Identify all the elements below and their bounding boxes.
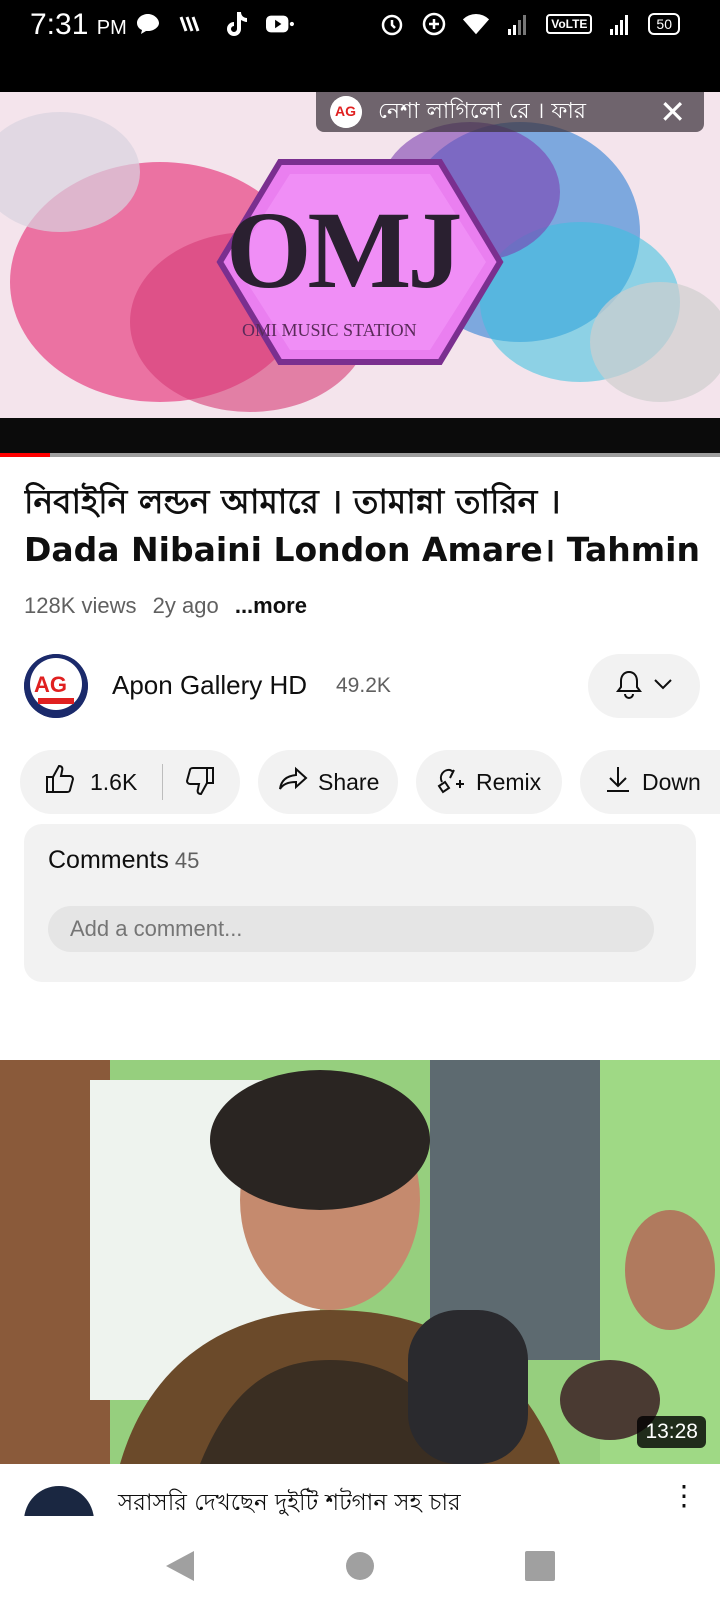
- avatar[interactable]: AG: [24, 654, 88, 718]
- status-bar: 7:31 PM VoLTE 50: [0, 0, 720, 92]
- download-icon: [604, 764, 632, 800]
- recent-apps-icon[interactable]: [520, 1546, 560, 1586]
- now-playing-avatar: AG: [330, 96, 362, 128]
- thumbnail-image: [0, 1060, 720, 1464]
- subscriber-count: 49.2K: [336, 674, 391, 697]
- message-icon: [134, 10, 162, 38]
- battery-indicator: 50: [648, 13, 680, 35]
- alarm-icon: [378, 10, 406, 38]
- divider: [162, 764, 163, 800]
- comments-panel[interactable]: Comments 45: [24, 824, 696, 982]
- comments-heading: Comments 45: [48, 846, 199, 875]
- system-nav-bar: [0, 1516, 720, 1612]
- share-button[interactable]: Share: [258, 750, 398, 814]
- logo-text: OMJ: [226, 189, 462, 311]
- player-bottom-strip: [0, 418, 720, 454]
- now-playing-title: নেশা লাগিলো রে । ফার: [378, 98, 586, 124]
- now-playing-banner[interactable]: AG নেশা লাগিলো রে । ফার ✕: [316, 92, 704, 132]
- like-dislike-button[interactable]: 1.6K: [20, 750, 240, 814]
- video-meta[interactable]: 128K views 2y ago ...more: [24, 593, 317, 619]
- time-ampm: PM: [96, 17, 127, 39]
- view-count: 128K views: [24, 593, 137, 618]
- video-title[interactable]: নিবাইনি লন্ডন আমারে । তামান্না তারিন । D…: [24, 478, 700, 574]
- download-button[interactable]: Down: [580, 750, 720, 814]
- tiktok-icon: [222, 10, 250, 38]
- video-title-line-1: নিবাইনি লন্ডন আমারে । তামান্না তারিন ।: [24, 482, 561, 521]
- bell-icon: [615, 669, 643, 704]
- channel-row[interactable]: AG Apon Gallery HD 49.2K: [24, 654, 700, 718]
- recommended-video-thumbnail[interactable]: 13:28: [0, 1060, 720, 1464]
- wifi-icon: [462, 10, 490, 38]
- logo-subtitle: OMI MUSIC STATION: [242, 320, 417, 340]
- wifi-calling-icon: [178, 10, 206, 38]
- close-icon[interactable]: ✕: [659, 96, 686, 128]
- recommended-video-title[interactable]: সরাসরি দেখছেন দুইটি শটগান সহ চার: [118, 1484, 461, 1516]
- signal-icon: [504, 10, 532, 38]
- action-buttons-row: 1.6K Share Remix Down: [20, 750, 720, 814]
- system-icons: VoLTE 50: [378, 10, 680, 38]
- svg-text:AG: AG: [34, 672, 67, 697]
- notification-icons: [134, 10, 294, 38]
- home-icon[interactable]: [340, 1546, 380, 1586]
- data-saver-icon: [420, 10, 448, 38]
- signal-icon-2: [606, 10, 634, 38]
- like-count: 1.6K: [90, 768, 138, 795]
- remix-label: Remix: [476, 768, 542, 795]
- like-icon[interactable]: [44, 764, 76, 800]
- svg-text:AG: AG: [335, 103, 356, 119]
- share-label: Share: [318, 768, 380, 795]
- volte-badge: VoLTE: [546, 14, 593, 34]
- channel-logo: OMJ: [226, 187, 486, 311]
- comments-label: Comments: [48, 846, 169, 874]
- recommended-video-info[interactable]: সরাসরি দেখছেন দুইটি শটগান সহ চার ⋮: [0, 1464, 720, 1516]
- channel-name[interactable]: Apon Gallery HD: [112, 670, 307, 701]
- time-text: 7:31: [30, 8, 89, 41]
- download-label: Down: [642, 768, 701, 795]
- chevron-down-icon: [653, 677, 673, 696]
- remix-icon: [436, 764, 466, 800]
- comments-count: 45: [174, 848, 200, 873]
- share-icon: [278, 766, 308, 798]
- back-icon[interactable]: [160, 1546, 200, 1586]
- progress-bar[interactable]: [0, 453, 720, 457]
- notification-bell-button[interactable]: [588, 654, 700, 718]
- upload-age: 2y ago: [152, 593, 219, 618]
- duration-badge: 13:28: [637, 1416, 706, 1448]
- comment-input[interactable]: [48, 906, 654, 952]
- youtube-icon: [266, 10, 294, 38]
- avatar[interactable]: [24, 1486, 94, 1516]
- dislike-icon[interactable]: [184, 766, 216, 802]
- video-player[interactable]: OMJ OMI MUSIC STATION AG নেশা লাগিলো রে …: [0, 92, 720, 457]
- progress-fill: [0, 453, 51, 457]
- status-time: 7:31 PM: [30, 8, 127, 42]
- video-details-sheet: নিবাইনি লন্ডন আমারে । তামান্না তারিন । D…: [0, 458, 720, 1058]
- video-title-line-2: Dada Nibaini London Amare। Tahmina T...: [24, 530, 700, 569]
- more-vert-icon[interactable]: ⋮: [670, 1482, 698, 1510]
- remix-button[interactable]: Remix: [416, 750, 562, 814]
- more-link[interactable]: ...more: [235, 593, 307, 618]
